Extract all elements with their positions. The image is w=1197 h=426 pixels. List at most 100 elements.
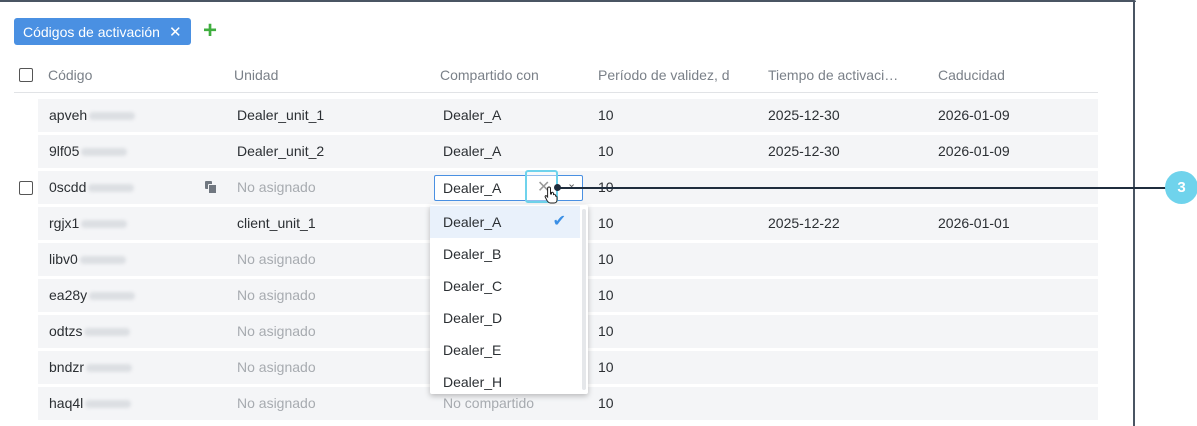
dropdown-option[interactable]: Dealer_A ✔	[430, 206, 580, 238]
cell-code: bndzr	[49, 351, 133, 384]
cell-unit: No asignado	[237, 171, 316, 204]
code-text: bndzr	[49, 359, 85, 375]
cell-shared: Dealer_A	[443, 135, 501, 168]
option-label: Dealer_C	[443, 278, 503, 294]
header-expiry[interactable]: Caducidad	[938, 67, 1005, 83]
tab-activation-codes[interactable]: Códigos de activación ✕	[14, 18, 191, 45]
validity-text: 10	[598, 287, 614, 303]
cell-unit: No asignado	[237, 351, 316, 384]
cell-activation: 2025-12-30	[768, 99, 840, 132]
dropdown-option[interactable]: Dealer_E	[430, 334, 580, 366]
add-tab-button[interactable]: +	[203, 17, 217, 44]
cell-shared: Dealer_A	[443, 99, 501, 132]
redacted-code	[79, 256, 126, 265]
validity-text: 10	[598, 359, 614, 375]
validity-text: 10	[598, 323, 614, 339]
cell-activation: 2025-12-30	[768, 135, 840, 168]
activation-text: 2025-12-30	[768, 107, 840, 123]
cell-validity: 10	[598, 387, 614, 420]
cell-code: haq4l	[49, 387, 132, 420]
dropdown-option[interactable]: Dealer_C	[430, 270, 580, 302]
copy-icon[interactable]	[205, 181, 217, 194]
code-text: haq4l	[49, 395, 84, 411]
redacted-code	[84, 328, 131, 337]
option-label: Dealer_D	[443, 310, 503, 326]
tab-label: Códigos de activación	[23, 23, 160, 40]
validity-text: 10	[598, 107, 614, 123]
unit-text: Dealer_unit_1	[237, 107, 325, 123]
cell-validity: 10	[598, 315, 614, 348]
cell-validity: 10	[598, 207, 614, 240]
cell-validity: 10	[598, 279, 614, 312]
cell-expiry: 2026-01-01	[938, 207, 1010, 240]
table-row[interactable]: apveh Dealer_unit_1 Dealer_A 10 2025-12-30 20…	[38, 99, 1098, 132]
cell-activation: 2025-12-22	[768, 207, 840, 240]
option-label: Dealer_H	[443, 374, 503, 390]
validity-text: 10	[598, 215, 614, 231]
select-all-checkbox[interactable]	[19, 68, 33, 82]
hand-cursor-icon	[544, 186, 558, 204]
cell-unit: No asignado	[237, 279, 316, 312]
validity-text: 10	[598, 395, 614, 411]
code-text: odtzs	[49, 323, 83, 339]
panel-border-top	[0, 0, 1136, 2]
redacted-code	[85, 400, 132, 409]
redacted-code	[81, 148, 128, 157]
expiry-text: 2026-01-01	[938, 215, 1010, 231]
shared-text: No compartido	[443, 395, 535, 411]
cell-unit: No asignado	[237, 243, 316, 276]
shared-text: Dealer_A	[443, 107, 502, 123]
dropdown-option[interactable]: Dealer_H	[430, 366, 580, 394]
code-text: rgjx1	[49, 215, 80, 231]
expiry-text: 2026-01-09	[938, 143, 1010, 159]
header-shared[interactable]: Compartido con	[440, 67, 539, 83]
header-divider	[14, 92, 1098, 93]
row-checkbox[interactable]	[19, 181, 33, 195]
unit-text: No asignado	[237, 287, 316, 303]
cell-code: apveh	[49, 99, 136, 132]
dropdown-menu: Dealer_A ✔ Dealer_B Dealer_C Dealer_D De…	[430, 205, 588, 394]
cell-validity: 10	[598, 99, 614, 132]
annotation-line	[557, 187, 1180, 189]
option-label: Dealer_B	[443, 246, 502, 262]
expiry-text: 2026-01-09	[938, 107, 1010, 123]
cell-unit: client_unit_1	[237, 207, 316, 240]
unit-text: No asignado	[237, 323, 316, 339]
unit-text: No asignado	[237, 359, 316, 375]
cell-code: rgjx1	[49, 207, 128, 240]
cell-expiry: 2026-01-09	[938, 99, 1010, 132]
annotation-badge: 3	[1165, 171, 1197, 204]
activation-text: 2025-12-22	[768, 215, 840, 231]
select-value: Dealer_A	[443, 180, 502, 196]
code-text: 9lf05	[49, 143, 80, 159]
header-code[interactable]: Código	[48, 67, 92, 83]
unit-text: client_unit_1	[237, 215, 316, 231]
cell-unit: No asignado	[237, 387, 316, 420]
option-label: Dealer_A	[443, 214, 502, 230]
redacted-code	[89, 292, 136, 301]
table-row[interactable]: 9lf05 Dealer_unit_2 Dealer_A 10 2025-12-30 20…	[38, 135, 1098, 168]
panel-border-right	[1133, 0, 1135, 426]
header-unit[interactable]: Unidad	[234, 67, 278, 83]
code-text: libv0	[49, 251, 78, 267]
dropdown-option[interactable]: Dealer_B	[430, 238, 580, 270]
dropdown-option[interactable]: Dealer_D	[430, 302, 580, 334]
cell-validity: 10	[598, 135, 614, 168]
cell-code: 9lf05	[49, 135, 128, 168]
cell-code: 0scdd	[49, 171, 135, 204]
redacted-code	[81, 220, 128, 229]
header-validity[interactable]: Período de validez, d	[598, 67, 730, 83]
redacted-code	[89, 112, 136, 121]
close-icon[interactable]: ✕	[169, 23, 182, 41]
activation-text: 2025-12-30	[768, 143, 840, 159]
cell-unit: Dealer_unit_2	[237, 135, 324, 168]
header-activation[interactable]: Tiempo de activaci…	[768, 67, 898, 83]
dropdown-scrollbar[interactable]	[582, 209, 586, 390]
validity-text: 10	[598, 143, 614, 159]
code-text: ea28y	[49, 287, 88, 303]
redacted-code	[86, 364, 133, 373]
cell-expiry: 2026-01-09	[938, 135, 1010, 168]
unit-text: No asignado	[237, 395, 316, 411]
shared-text: Dealer_A	[443, 143, 502, 159]
code-text: apveh	[49, 107, 88, 123]
